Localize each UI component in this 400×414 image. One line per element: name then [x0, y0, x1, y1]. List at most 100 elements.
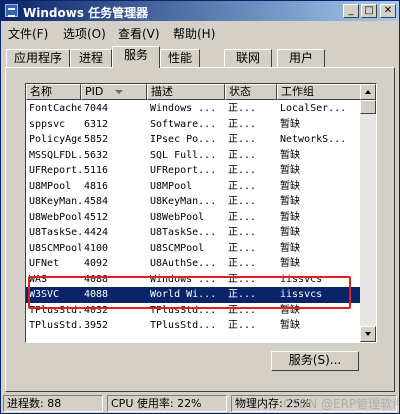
- menu-options[interactable]: 选项(O): [63, 25, 106, 42]
- cell-description: UFReport...: [150, 165, 217, 176]
- vertical-scrollbar[interactable]: [360, 84, 376, 342]
- cell-group: NetworkS...: [280, 134, 347, 145]
- column-header-group[interactable]: 工作组: [277, 84, 362, 100]
- cell-group: 暂缺: [280, 227, 300, 238]
- arrow-up-icon: [365, 90, 371, 94]
- status-cpu: CPU 使用率: 22%: [107, 395, 227, 412]
- cell-pid: 5632: [84, 149, 109, 161]
- cell-name: PolicyAgent: [29, 134, 81, 145]
- cell-group: 暂缺: [280, 165, 300, 176]
- cell-pid: 4584: [84, 196, 109, 207]
- table-row[interactable]: U8MPool 4816 U8MPool 正... 暂缺: [26, 179, 362, 195]
- table-row[interactable]: U8WebPool 4512 U8WebPool 正... 暂缺: [26, 210, 362, 226]
- cell-status: 正...: [228, 211, 257, 223]
- menu-help[interactable]: 帮助(H): [173, 25, 215, 42]
- cell-status: 正...: [228, 196, 257, 207]
- cell-pid: 4092: [84, 258, 109, 269]
- scroll-up-button[interactable]: [360, 84, 376, 100]
- status-processes: 进程数: 88: [3, 395, 103, 412]
- title-bar[interactable]: Windows 任务管理器 _ □ ✕: [1, 1, 399, 21]
- table-row[interactable]: PolicyAgent5852 IPsec Po... 正... NetworkS..…: [26, 132, 362, 148]
- cell-status: 正...: [228, 134, 257, 145]
- tab-performance[interactable]: 性能: [160, 49, 200, 67]
- cell-name: sppsvc: [29, 118, 66, 130]
- cell-name: U8SCMPool: [29, 242, 81, 254]
- scroll-down-button[interactable]: [360, 326, 376, 342]
- cell-group: LocalSer...: [280, 103, 347, 114]
- cell-description: SQL Full...: [150, 149, 217, 161]
- cell-group: 暂缺: [280, 211, 300, 223]
- cell-group: 暂缺: [280, 320, 300, 331]
- cell-status: 正...: [228, 165, 257, 176]
- cell-description: Windows ...: [150, 103, 217, 114]
- cell-name: UFReport...: [29, 165, 81, 176]
- cell-name: TPlusStd...: [29, 320, 81, 331]
- arrow-down-icon: [365, 332, 371, 336]
- cell-description: U8MPool: [150, 180, 193, 192]
- cell-pid: 4816: [84, 180, 109, 192]
- cell-name: U8WebPool: [29, 211, 81, 223]
- column-header-description[interactable]: 描述: [147, 84, 225, 100]
- cell-status: 正...: [228, 227, 257, 238]
- column-header-pid[interactable]: PID: [81, 84, 147, 100]
- table-row[interactable]: MSSQLFDL...5632 SQL Full... 正... 暂缺: [26, 148, 362, 164]
- menu-file[interactable]: 文件(F): [8, 25, 48, 42]
- tab-networking[interactable]: 联网: [224, 49, 272, 67]
- table-row[interactable]: UFNet 4092 U8AuthSe... 正... 暂缺: [26, 256, 362, 272]
- cell-pid: 4100: [84, 242, 109, 254]
- cell-group: 暂缺: [280, 196, 300, 207]
- cell-status: 正...: [228, 118, 257, 130]
- cell-group: 暂缺: [280, 258, 300, 269]
- cell-group: 暂缺: [280, 242, 300, 254]
- cell-description: U8KeyMan...: [150, 196, 217, 207]
- cell-pid: 5852: [84, 134, 109, 145]
- table-row[interactable]: FontCache 7044 Windows ... 正... LocalSer...: [26, 101, 362, 117]
- services-button[interactable]: 服务(S)...: [271, 351, 359, 371]
- cell-name: FontCache: [29, 103, 81, 114]
- cell-status: 正...: [228, 149, 257, 161]
- watermark: CSDN @ERP管理软件: [283, 397, 400, 411]
- table-row[interactable]: sppsvc 6312 Software... 正... 暂缺: [26, 117, 362, 133]
- cell-pid: 3952: [84, 320, 109, 331]
- cell-status: 正...: [228, 242, 257, 254]
- cell-pid: 4424: [84, 227, 109, 238]
- table-row[interactable]: U8KeyMan...4584U8KeyMan...正...暂缺: [26, 194, 362, 210]
- cell-group: 暂缺: [280, 149, 300, 161]
- column-header-status[interactable]: 状态: [225, 84, 277, 100]
- cell-name: MSSQLFDL...: [29, 149, 81, 161]
- window-title: Windows 任务管理器: [23, 6, 149, 20]
- task-manager-icon: [5, 4, 18, 17]
- cell-name: U8MPool: [29, 180, 72, 192]
- menu-view[interactable]: 查看(V): [118, 25, 160, 42]
- tab-users[interactable]: 用户: [277, 49, 325, 67]
- menu-bar: 文件(F) 选项(O) 查看(V) 帮助(H): [1, 22, 399, 42]
- cell-description: U8AuthSe...: [150, 258, 217, 269]
- table-row[interactable]: U8TaskSe...4424U8TaskSe...正...暂缺: [26, 225, 362, 241]
- cell-name: U8KeyMan...: [29, 196, 81, 207]
- cell-description: U8SCMPool: [150, 242, 205, 254]
- table-row[interactable]: U8SCMPool 4100 U8SCMPool 正... 暂缺: [26, 241, 362, 257]
- list-header: 名称 PID 描述 状态 工作组: [26, 84, 362, 100]
- sort-down-icon: [115, 90, 123, 94]
- tab-applications[interactable]: 应用程序: [6, 49, 70, 67]
- tab-services[interactable]: 服务: [112, 46, 160, 68]
- column-header-name[interactable]: 名称: [26, 84, 81, 100]
- cell-group: 暂缺: [280, 118, 300, 130]
- cell-pid: 7044: [84, 103, 109, 114]
- minimize-button[interactable]: _: [343, 4, 359, 18]
- tab-processes[interactable]: 进程: [70, 49, 112, 67]
- cell-group: 暂缺: [280, 180, 300, 192]
- cell-description: IPsec Po...: [150, 134, 217, 145]
- cell-status: 正...: [228, 320, 257, 331]
- cell-pid: 5116: [84, 165, 109, 176]
- scroll-thumb[interactable]: [360, 100, 376, 114]
- close-button[interactable]: ✕: [380, 4, 396, 18]
- table-row[interactable]: UFReport...5116UFReport...正...暂缺: [26, 163, 362, 179]
- red-highlight-box: [28, 276, 351, 309]
- maximize-button[interactable]: □: [361, 4, 377, 18]
- table-row[interactable]: TPlusStd...3952TPlusStd...正...暂缺: [26, 318, 362, 334]
- cell-description: Software...: [150, 118, 217, 130]
- cell-name: U8TaskSe...: [29, 227, 81, 238]
- cell-pid: 6312: [84, 118, 109, 130]
- cell-status: 正...: [228, 180, 257, 192]
